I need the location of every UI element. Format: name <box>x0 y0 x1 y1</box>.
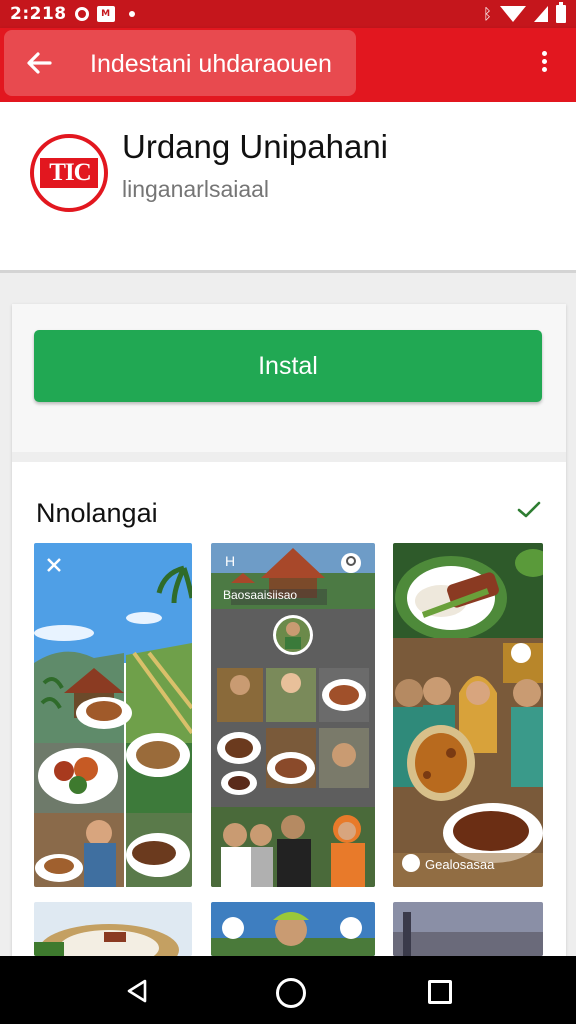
install-button[interactable]: Instal <box>34 330 542 402</box>
app-bar: Indestani uhdaraouen <box>0 28 576 102</box>
signal-icon <box>534 6 548 22</box>
app-name: Urdang Unipahani <box>122 128 389 165</box>
record-icon <box>74 7 89 21</box>
screenshot-5[interactable] <box>211 902 375 956</box>
status-time: 2:218 <box>10 4 67 24</box>
notification-dot-icon <box>128 11 135 17</box>
app-logo: TIC <box>30 134 108 212</box>
app-developer[interactable]: linganarlsaiaal <box>122 176 269 203</box>
app-header: TIC Urdang Unipahani linganarlsaiaal <box>0 102 576 273</box>
screenshots-section-title: Nnolangai <box>36 498 158 528</box>
screenshot-4[interactable] <box>34 902 192 956</box>
wifi-icon <box>500 6 526 22</box>
screenshot-3-caption: Gealosasaa <box>425 857 495 872</box>
battery-icon <box>556 2 566 23</box>
nav-recents-icon[interactable] <box>428 980 452 1004</box>
notification-icon: M <box>96 6 115 22</box>
check-icon <box>517 501 541 518</box>
install-section: Instal <box>12 304 566 462</box>
back-arrow-icon[interactable] <box>24 48 54 78</box>
screenshot-2[interactable]: H Baosaaisiisao <box>211 543 375 887</box>
nav-back-icon[interactable] <box>124 978 150 1004</box>
app-bar-title: Indestani uhdaraouen <box>90 50 332 78</box>
bluetooth-icon: ᛒ <box>482 5 492 23</box>
nav-home-icon[interactable] <box>276 978 306 1008</box>
status-bar: 2:218 M ᛒ <box>0 0 576 28</box>
app-logo-text: TIC <box>49 159 91 186</box>
more-options-icon[interactable] <box>532 48 556 78</box>
screenshot-6[interactable] <box>393 902 543 956</box>
screenshot-3[interactable]: Gealosasaa <box>393 543 543 887</box>
app-details-card: Instal Nnolangai H Baosaaisiisao Gealosa… <box>12 304 566 956</box>
screenshot-1[interactable] <box>34 543 192 887</box>
navigation-bar <box>0 956 576 1024</box>
svg-text:H: H <box>225 553 235 569</box>
screenshot-2-caption: Baosaaisiisao <box>223 588 298 602</box>
